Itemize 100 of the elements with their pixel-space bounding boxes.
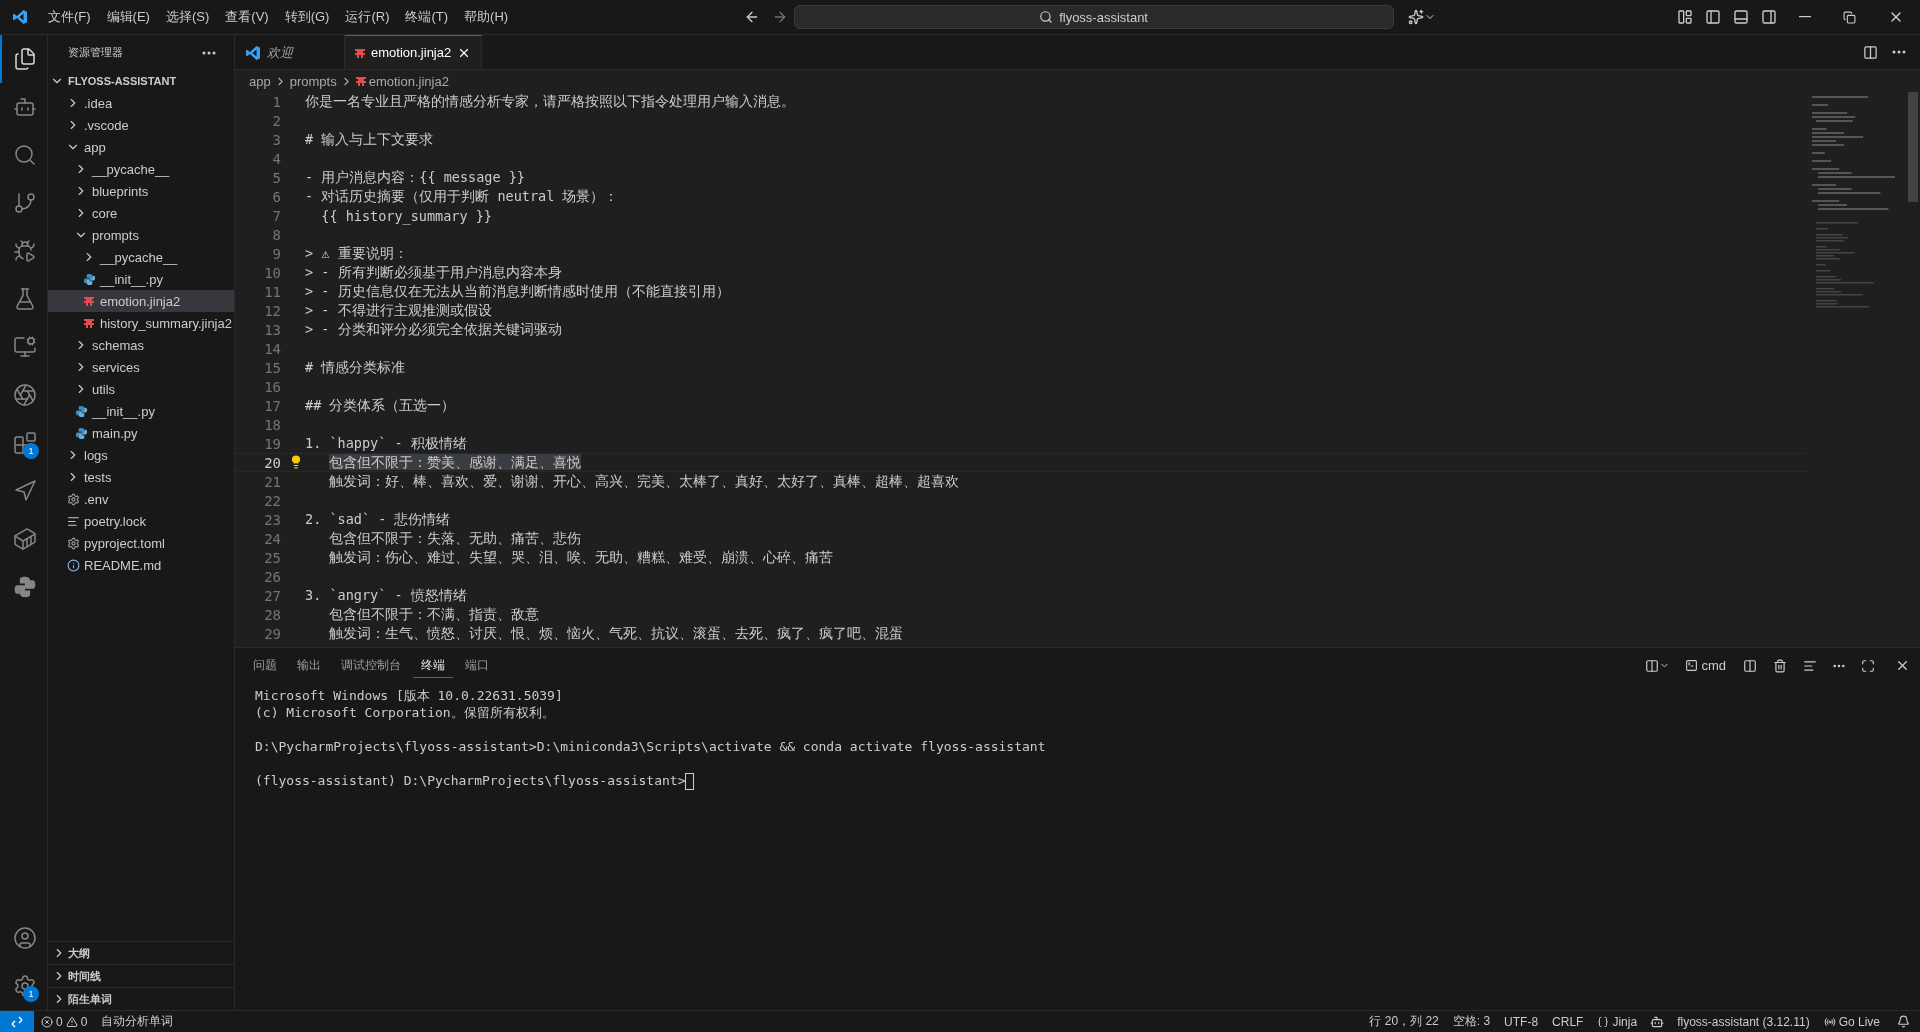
- jinja-file-icon: [84, 296, 94, 306]
- menu-item[interactable]: 编辑(E): [98, 4, 158, 30]
- line-number: 2: [271, 112, 281, 129]
- panel-tab[interactable]: 输出: [289, 653, 329, 678]
- tree-item[interactable]: main.py: [48, 422, 234, 444]
- python-file-icon: [82, 272, 96, 286]
- settings-icon: [12, 974, 37, 998]
- count-badge: 1: [23, 986, 39, 1002]
- tree-item[interactable]: __pycache__: [48, 158, 234, 180]
- broadcast-icon: [1823, 1015, 1836, 1028]
- panel-tab[interactable]: 端口: [457, 653, 497, 678]
- terminal-instance[interactable]: cmd: [1678, 658, 1733, 673]
- status-item[interactable]: 自动分析单词: [94, 1013, 181, 1030]
- line-number: 9: [271, 245, 281, 262]
- menu-item[interactable]: 查看(V): [217, 4, 277, 30]
- tree-item[interactable]: core: [48, 202, 234, 224]
- terminal-line: (flyoss-assistant) D:\PycharmProjects\flyoss-assistant>: [255, 772, 1900, 790]
- python-interpreter[interactable]: flyoss-assistant (3.12.11): [1670, 1014, 1817, 1029]
- menu-item[interactable]: 运行(R): [337, 4, 398, 30]
- gear-icon: [66, 536, 80, 550]
- jinja-file-icon: [355, 47, 365, 58]
- code-text: ## 分类体系（五选一）: [305, 396, 456, 415]
- sidebar-section-header[interactable]: 时间线: [48, 964, 234, 987]
- go-live-button[interactable]: Go Live: [1816, 1014, 1887, 1029]
- code-text: - 用户消息内容：{{ message }}: [305, 168, 525, 187]
- tree-item[interactable]: history_summary.jinja2: [48, 312, 234, 334]
- ellipsis-icon: [1833, 663, 1845, 668]
- panel-tab[interactable]: 终端: [413, 653, 453, 678]
- line-number: 10: [263, 264, 281, 281]
- menu-item[interactable]: 文件(F): [40, 4, 99, 30]
- line-ending-status[interactable]: CRLF: [1545, 1014, 1591, 1029]
- breadcrumb-item[interactable]: app: [249, 73, 271, 89]
- robot-icon: [1650, 1014, 1665, 1029]
- monitor-icon: [12, 335, 37, 359]
- scrollbar-thumb[interactable]: [1908, 92, 1918, 202]
- split-icon: [1743, 658, 1757, 673]
- python-icon: [12, 575, 37, 599]
- code-text: 2. `sad` - 悲伤情绪: [305, 510, 451, 529]
- encoding-status[interactable]: UTF-8: [1497, 1014, 1546, 1029]
- tree-item[interactable]: prompts: [48, 224, 234, 246]
- menu-item[interactable]: 终端(T): [397, 4, 457, 30]
- activity-bar-item[interactable]: 1: [0, 962, 47, 1010]
- terminal-line: D:\PycharmProjects\flyoss-assistant>D:\miniconda3\Scripts\activate && conda activate flyoss-assistant: [255, 738, 1047, 755]
- tree-item[interactable]: .vscode: [48, 114, 234, 136]
- panel-tab[interactable]: 问题: [245, 653, 285, 678]
- tree-item[interactable]: services: [48, 356, 234, 378]
- tree-item[interactable]: schemas: [48, 334, 234, 356]
- line-number: 29: [263, 625, 281, 642]
- tree-item[interactable]: __pycache__: [48, 246, 234, 268]
- code-text: 触发词：伤心、难过、失望、哭、泪、唉、无助、糟糕、难受、崩溃、心碎、痛苦: [328, 548, 834, 567]
- info-icon: [66, 558, 80, 572]
- tree-item[interactable]: .idea: [48, 92, 234, 114]
- code-text: 3. `angry` - 愤怒情绪: [305, 586, 467, 605]
- tree-item[interactable]: logs: [48, 444, 234, 466]
- sidebar-section-header[interactable]: 大纲: [48, 941, 234, 964]
- activity-bar-item[interactable]: 1: [0, 419, 47, 467]
- cursor-position[interactable]: 行 20，列 22: [1362, 1013, 1446, 1030]
- command-center-search[interactable]: flyoss-assistant: [793, 5, 1394, 29]
- tree-item[interactable]: tests: [48, 466, 234, 488]
- warning-icon: [65, 1015, 78, 1028]
- bell-icon: [1897, 1015, 1910, 1028]
- problems-status[interactable]: 0 0: [34, 1014, 95, 1029]
- menu-item[interactable]: 帮助(H): [456, 4, 517, 30]
- tree-item[interactable]: utils: [48, 378, 234, 400]
- tree-item[interactable]: pyproject.toml: [48, 532, 234, 554]
- braces-icon: [1597, 1015, 1610, 1028]
- code-text: 包含但不限于：不满、指责、敌意: [328, 605, 540, 624]
- breadcrumb-item[interactable]: emotion.jinja2: [368, 73, 449, 89]
- tree-item[interactable]: __init__.py: [48, 400, 234, 422]
- menu-item[interactable]: 选择(S): [157, 4, 218, 30]
- tree-item[interactable]: blueprints: [48, 180, 234, 202]
- tree-item[interactable]: __init__.py: [48, 268, 234, 290]
- terminal-line: (c) Microsoft Corporation。保留所有权利。: [255, 704, 556, 721]
- search-icon: [12, 143, 37, 167]
- tree-item[interactable]: README.md: [48, 554, 234, 576]
- code-text: - 对话历史摘要（仅用于判断 neutral 场景）：: [305, 187, 619, 206]
- tree-item[interactable]: poetry.lock: [48, 510, 234, 532]
- language-mode[interactable]: Jinja: [1590, 1014, 1645, 1029]
- panel-tab[interactable]: 调试控制台: [333, 653, 409, 678]
- line-number: 25: [263, 549, 281, 566]
- editor-tab[interactable]: emotion.jinja2: [345, 35, 483, 69]
- indentation-status[interactable]: 空格: 3: [1445, 1013, 1498, 1030]
- tree-item[interactable]: emotion.jinja2: [48, 290, 234, 312]
- code-text: > - 不得进行主观推测或假设: [305, 301, 492, 320]
- split-icon: [1645, 658, 1660, 673]
- restore-icon: [1843, 10, 1856, 24]
- python-file-icon: [74, 426, 88, 440]
- code-text: 你是一名专业且严格的情感分析专家，请严格按照以下指令处理用户输入消息。: [305, 92, 795, 111]
- terminal-icon: [1685, 659, 1699, 672]
- tree-item[interactable]: .env: [48, 488, 234, 510]
- breadcrumb-item[interactable]: prompts: [289, 73, 337, 89]
- account-icon: [12, 926, 37, 950]
- tree-item[interactable]: app: [48, 136, 234, 158]
- files-icon: [12, 47, 37, 71]
- workspace-root[interactable]: FLYOSS-ASSISTANT: [48, 70, 234, 92]
- code-text: > ⚠ 重要说明：: [305, 244, 408, 263]
- vscode-logo-icon: [12, 9, 28, 25]
- jinja-file-icon: [84, 318, 94, 328]
- lightbulb-icon: [289, 455, 303, 469]
- menu-item[interactable]: 转到(G): [276, 4, 338, 30]
